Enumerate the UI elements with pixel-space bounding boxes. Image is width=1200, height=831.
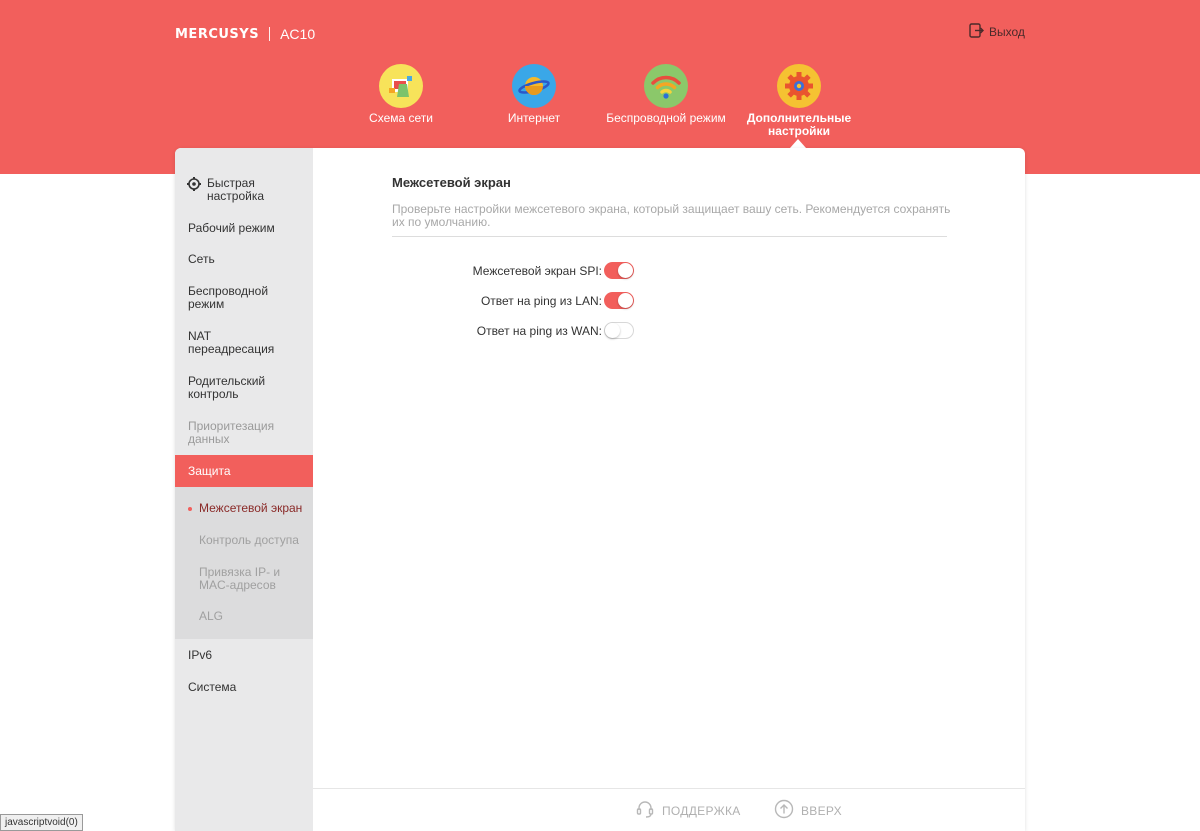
sidebar-item-label: Защита [188,464,231,478]
back-to-top-link[interactable]: ВВЕРХ [774,799,842,822]
submenu-item-alg[interactable]: ALG [175,610,313,623]
sidebar-item-label: Рабочий режим [188,221,275,235]
sidebar-item-label: Сеть [188,252,215,266]
topnav-advanced[interactable]: Дополнительные настройки [734,64,864,138]
setting-row-spi: Межсетевой экран SPI: [392,261,642,281]
page-description: Проверьте настройки межсетевого экрана, … [392,202,951,229]
sidebar-item-network[interactable]: Сеть [175,253,313,266]
setting-label: Ответ на ping из LAN: [480,294,602,308]
sidebar-item-security[interactable]: Защита [175,455,313,487]
main-panel: Быстрая настройка Рабочий режим Сеть Бес… [175,148,1025,831]
submenu-item-firewall[interactable]: Межсетевой экран [175,502,313,515]
sidebar-item-label: Приоритезация данных [188,419,275,446]
brand: MERCUSYS AC10 [175,24,315,44]
setting-label: Межсетевой экран SPI: [472,264,602,278]
brand-separator [269,27,271,41]
setting-label: Ответ на ping из WAN: [476,324,602,338]
submenu-item-label: Контроль доступа [199,533,299,547]
logout-icon [969,23,989,41]
sidebar-item-wireless[interactable]: Беспроводной режим [175,285,285,311]
spi-firewall-toggle[interactable] [604,262,634,279]
sidebar-item-qos[interactable]: Приоритезация данных [175,420,285,446]
setting-row-ping-wan: Ответ на ping из WAN: [392,321,642,341]
divider [392,236,947,237]
sidebar-item-label: Быстрая настройка [207,176,265,203]
topnav-label: Интернет [507,111,561,125]
submenu-item-label: Межсетевой экран [199,501,303,515]
toggle-knob [618,293,633,308]
setting-row-ping-lan: Ответ на ping из LAN: [392,291,642,311]
topnav-label: Схема сети [369,111,433,125]
model-name: AC10 [280,26,316,42]
submenu-item-label: Привязка IP- и MAC-адресов [199,565,281,592]
submenu-item-ip-mac-binding[interactable]: Привязка IP- и MAC-адресов [175,566,300,592]
sidebar-item-quick-setup[interactable]: Быстрая настройка [175,177,313,203]
network-map-icon [379,64,423,108]
ping-lan-toggle[interactable] [604,292,634,309]
submenu-item-access-control[interactable]: Контроль доступа [175,534,313,547]
arrow-up-circle-icon [774,799,801,822]
content-area: Межсетевой экран Проверьте настройки меж… [313,148,1025,788]
topnav-wireless[interactable]: Беспроводной режим [601,64,731,125]
sidebar-item-label: Система [188,680,237,694]
sidebar-item-label: Родительский контроль [188,374,266,401]
footer-bar: ПОДДЕРЖКА ВВЕРХ [313,788,1025,831]
page-title: Межсетевой экран [392,175,511,190]
brand-logo: MERCUSYS [175,26,260,42]
logout-label: Выход [989,25,1025,39]
submenu-item-label: ALG [199,609,224,623]
sidebar-item-parental-control[interactable]: Родительский контроль [175,375,285,401]
support-label: ПОДДЕРЖКА [662,803,741,818]
support-link[interactable]: ПОДДЕРЖКА [635,799,741,822]
logout-button[interactable]: Выход [969,23,1025,41]
browser-status-bar: javascriptvoid(0) [0,814,83,831]
sidebar-item-label: Беспроводной режим [188,284,269,311]
toggle-knob [605,323,620,338]
security-submenu: Межсетевой экран Контроль доступа Привяз… [175,487,313,639]
current-item-dot [188,507,192,511]
sidebar-item-ipv6[interactable]: IPv6 [175,649,313,662]
toggle-knob [618,263,633,278]
planet-icon [512,64,556,108]
sidebar: Быстрая настройка Рабочий режим Сеть Бес… [175,148,313,831]
sidebar-item-label: IPv6 [188,648,213,662]
sidebar-item-nat[interactable]: NAT переадресация [175,330,285,356]
wifi-icon [644,64,688,108]
topnav-label: Беспроводной режим [606,111,726,125]
gear-icon [777,64,821,108]
top-label: ВВЕРХ [801,803,842,818]
ping-wan-toggle[interactable] [604,322,634,339]
topnav-internet[interactable]: Интернет [469,64,599,125]
sidebar-item-label: NAT переадресация [188,329,275,356]
sidebar-item-operation-mode[interactable]: Рабочий режим [175,222,313,235]
active-tab-caret [790,139,806,148]
topnav-network-map[interactable]: Схема сети [336,64,466,125]
quick-setup-icon [187,177,201,194]
topnav-label: Дополнительные настройки [746,111,852,138]
sidebar-item-system[interactable]: Система [175,681,313,694]
headset-icon [635,799,662,822]
